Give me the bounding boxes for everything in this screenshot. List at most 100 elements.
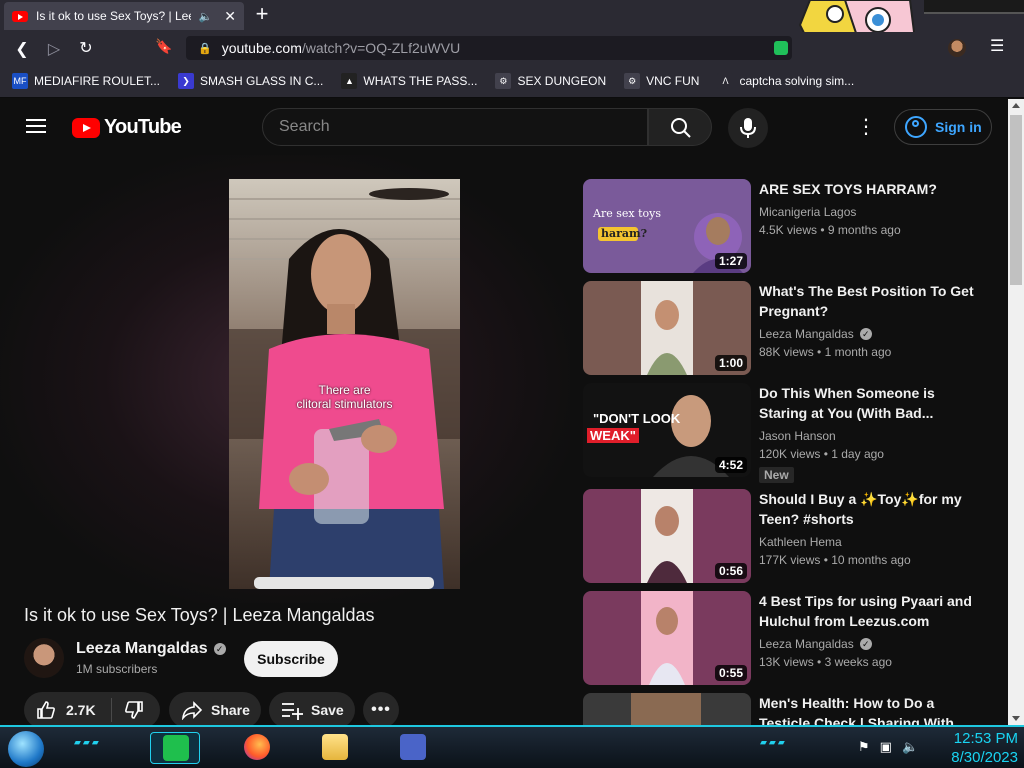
system-clock[interactable]: 12:53 PM 8/30/2023 [930, 729, 1018, 767]
video-duration: 1:27 [714, 253, 747, 269]
guide-menu-icon[interactable] [26, 119, 46, 133]
share-button[interactable]: Share [169, 692, 261, 725]
browser-tab-active[interactable]: Is it ok to use Sex Toys? | Leez 🔈 ✕ [4, 2, 244, 30]
recommendation-item[interactable]: 1:00 What's The Best Position To Get Preg… [583, 281, 993, 375]
youtube-page: YouTube ⋮ Sign in [0, 99, 1008, 725]
scroll-thumb[interactable] [1010, 115, 1022, 285]
settings-dots-icon[interactable]: ⋮ [856, 115, 876, 139]
recommendation-title[interactable]: Men's Health: How to Do a Testicle Check… [759, 693, 985, 725]
forward-arrow-icon[interactable]: ▷ [38, 39, 70, 59]
youtube-play-icon [72, 117, 100, 138]
firefox-icon [244, 734, 270, 760]
recommendation-channel[interactable]: Kathleen Hema [759, 535, 842, 549]
recommendation-item[interactable]: 0:55 4 Best Tips for using Pyaari and Hul… [583, 591, 993, 685]
verified-badge-icon: ✓ [213, 643, 226, 655]
video-player[interactable]: There are clitoral stimulators [229, 179, 460, 589]
recommendation-title[interactable]: Do This When Someone is Staring at You (… [759, 383, 985, 423]
video-duration: 4:52 [714, 457, 747, 473]
search-box [262, 108, 648, 146]
recommendation-channel[interactable]: Leeza Mangaldas ✓ [759, 327, 872, 341]
like-button[interactable]: 2.7K [24, 698, 112, 722]
subscribe-button[interactable]: Subscribe [244, 641, 338, 677]
scroll-down-arrow-icon[interactable] [1012, 716, 1020, 721]
video-thumbnail[interactable]: Are sex toys haram? 1:27 [583, 179, 751, 273]
bookmark-item[interactable]: Λcaptcha solving sim... [717, 72, 854, 89]
hamburger-menu-icon[interactable]: ☰ [990, 36, 1004, 56]
scroll-up-arrow-icon[interactable] [1012, 103, 1020, 108]
recommendation-title[interactable]: What's The Best Position To Get Pregnant… [759, 281, 985, 321]
recommendation-title[interactable]: Should I Buy a ✨Toy✨for my Teen? #shorts [759, 489, 985, 529]
channel-name-link[interactable]: Leeza Mangaldas ✓ [76, 640, 226, 658]
youtube-favicon-icon [12, 10, 28, 22]
account-circle-icon [905, 116, 927, 138]
sign-in-button[interactable]: Sign in [894, 109, 992, 145]
save-button[interactable]: Save [269, 692, 355, 725]
more-actions-button[interactable]: ••• [363, 692, 399, 725]
recommendation-title[interactable]: ARE SEX TOYS HARRAM? [759, 179, 985, 199]
new-tab-button[interactable]: + [252, 3, 272, 26]
flag-icon[interactable]: ⚑ [858, 739, 870, 755]
taskbar-app-notes[interactable] [150, 732, 200, 764]
search-input[interactable] [279, 118, 619, 136]
bookmark-item[interactable]: ⚙ VNC FUN [624, 72, 699, 89]
playlist-add-icon [282, 703, 303, 720]
video-thumbnail[interactable]: 0:56 [583, 489, 751, 583]
taskbar-decoration: ▰▰▰ [74, 737, 101, 747]
recommendation-item[interactable]: Men's Health: How to Do a Testicle Check… [583, 693, 993, 725]
recommendation-item[interactable]: Are sex toys haram? 1:27 ARE SEX TOYS HARRA… [583, 179, 993, 273]
taskbar-app-window[interactable] [388, 732, 438, 764]
voice-search-button[interactable] [728, 108, 768, 148]
bookmark-item[interactable]: ▲ WHATS THE PASS... [341, 72, 478, 89]
bookmark-label: MEDIAFIRE ROULET... [34, 73, 161, 88]
recommendation-channel[interactable]: Jason Hanson [759, 429, 836, 443]
dislike-button[interactable] [112, 700, 144, 720]
bookmark-item[interactable]: ❯ SMASH GLASS IN C... [178, 72, 323, 89]
bookmark-icon[interactable]: 🔖 [148, 38, 180, 55]
thumbnail-text-highlight: haram? [601, 227, 648, 240]
video-thumbnail[interactable]: 0:55 [583, 591, 751, 685]
mediafire-icon: MF [12, 72, 28, 89]
system-tray: ⚑ ▣ 🔈 [858, 739, 918, 755]
bookmark-label: SEX DUNGEON [517, 73, 607, 88]
recommendation-channel[interactable]: Micanigeria Lagos [759, 205, 856, 219]
video-thumbnail[interactable]: 1:00 [583, 281, 751, 375]
profile-avatar[interactable] [948, 39, 966, 57]
lock-icon: 🔒 [198, 42, 212, 55]
bookmark-label: WHATS THE PASS... [363, 73, 478, 88]
bookmark-item[interactable]: ⚙ SEX DUNGEON [495, 72, 607, 89]
video-thumbnail[interactable]: "DON'T LOOK WEAK" 4:52 [583, 383, 751, 477]
notes-app-icon [163, 735, 189, 761]
video-caption: There are clitoral stimulators [296, 383, 393, 411]
taskbar-app-explorer[interactable] [310, 732, 360, 764]
recommendation-meta: 13K views • 3 weeks ago [759, 655, 892, 669]
reload-icon[interactable]: ↻ [70, 38, 102, 58]
bookmark-item[interactable]: MF MEDIAFIRE ROULET... [12, 72, 161, 89]
network-icon[interactable]: ▣ [880, 739, 892, 755]
window-app-icon [400, 734, 426, 760]
youtube-logo[interactable]: YouTube [72, 116, 182, 139]
recommendation-title[interactable]: 4 Best Tips for using Pyaari and Hulchul… [759, 591, 985, 631]
extension-icon[interactable] [774, 41, 788, 55]
recommendation-item[interactable]: "DON'T LOOK WEAK" 4:52 Do This When Someone… [583, 383, 993, 483]
share-arrow-icon [181, 701, 203, 720]
microphone-icon [740, 118, 756, 138]
folder-icon [322, 734, 348, 760]
url-text[interactable]: youtube.com/watch?v=OQ-ZLf2uWVU [222, 40, 461, 56]
volume-icon[interactable]: 🔈 [902, 739, 918, 755]
like-count: 2.7K [66, 702, 96, 718]
address-bar[interactable]: 🔒 youtube.com/watch?v=OQ-ZLf2uWVU [186, 36, 792, 60]
start-orb-button[interactable] [8, 731, 44, 767]
taskbar-app-firefox[interactable] [232, 732, 282, 764]
recommendation-channel[interactable]: Leeza Mangaldas ✓ [759, 637, 872, 651]
taskbar: ▰▰▰ ▰▰▰ ⚑ ▣ 🔈 12:53 PM 8/30/2023 [0, 725, 1024, 768]
speaker-icon[interactable]: 🔈 [199, 10, 213, 23]
search-button[interactable] [648, 108, 712, 146]
video-thumbnail[interactable] [583, 693, 751, 725]
page-scrollbar[interactable] [1008, 99, 1024, 725]
close-tab-icon[interactable]: ✕ [224, 8, 236, 25]
thumbs-up-icon [37, 701, 55, 719]
channel-avatar[interactable] [24, 638, 64, 678]
verified-badge-icon: ✓ [859, 638, 872, 650]
recommendation-item[interactable]: 0:56 Should I Buy a ✨Toy✨for my Teen? #sh… [583, 489, 993, 583]
back-arrow-icon[interactable]: ❮ [6, 39, 38, 59]
